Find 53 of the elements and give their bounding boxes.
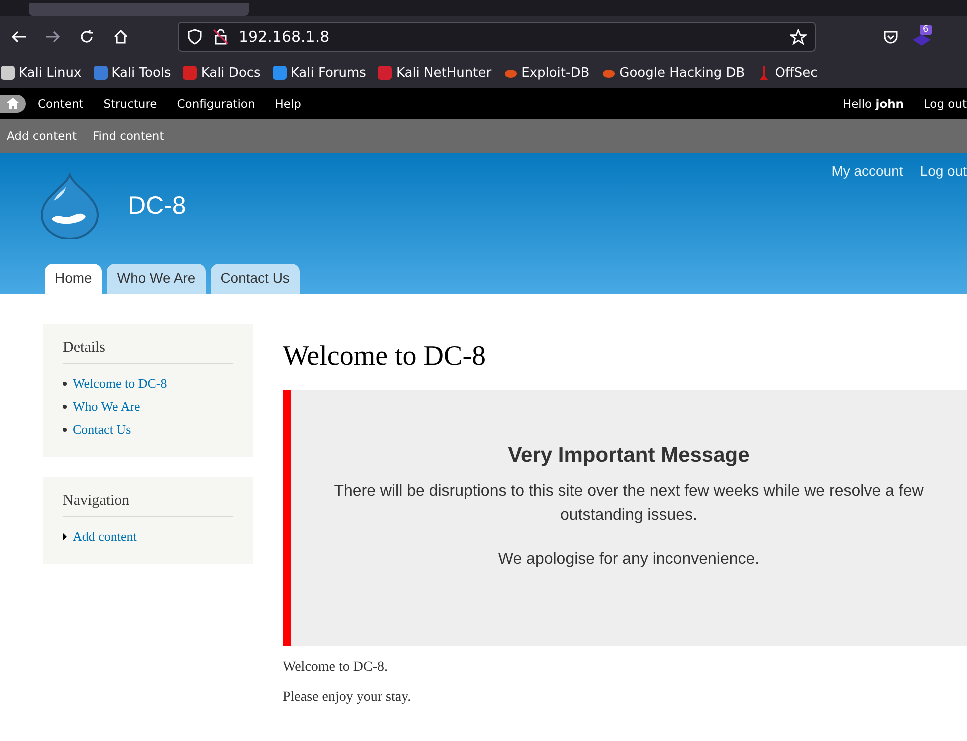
body-paragraph: Please enjoy your stay. <box>283 690 412 706</box>
admin-menu-link[interactable]: Configuration <box>177 96 256 110</box>
bullet-icon <box>63 382 67 386</box>
extension-icon[interactable] <box>912 32 932 48</box>
insecure-lock-icon <box>213 29 229 45</box>
star-icon[interactable] <box>790 28 807 46</box>
bookmark[interactable]: Kali Linux <box>0 65 82 81</box>
body-paragraph: Welcome to DC-8. <box>283 660 390 676</box>
admin-menu-link[interactable]: Structure <box>104 96 158 110</box>
sidebar-link[interactable]: Add content <box>73 529 137 545</box>
bookmark-icon <box>0 65 16 81</box>
admin-menu-link[interactable]: Help <box>275 96 302 110</box>
drop-logo <box>40 173 100 239</box>
shortcut-link[interactable]: Add content <box>7 129 77 143</box>
notification-badge: 6 <box>920 25 932 35</box>
home-icon <box>7 98 19 109</box>
header-link[interactable]: My account <box>832 163 904 179</box>
nav-tab[interactable]: Contact Us <box>210 264 300 294</box>
bookmark-icon <box>92 65 109 81</box>
bookmark-icon <box>377 65 394 81</box>
user-greeting: Hello john <box>842 96 904 110</box>
nav-tab[interactable]: Who We Are <box>107 264 206 294</box>
notice-heading: Very Important Message <box>508 444 750 468</box>
bookmark[interactable]: Exploit-DB <box>502 65 590 81</box>
site-name[interactable]: DC-8 <box>128 192 186 220</box>
nav-tab[interactable]: Home <box>45 264 102 294</box>
bookmark-icon <box>272 65 288 81</box>
address-bar[interactable]: 192.168.1.8 <box>178 22 816 52</box>
logout-link[interactable]: Log out <box>924 96 967 110</box>
admin-menu-link[interactable]: Content <box>38 96 84 110</box>
sidebar-link[interactable]: Welcome to DC-8 <box>73 376 168 392</box>
home-button[interactable] <box>0 94 26 112</box>
sidebar-link[interactable]: Who We Are <box>73 399 140 415</box>
bookmark[interactable]: Kali Forums <box>272 65 366 81</box>
bookmark-icon <box>182 65 198 81</box>
bookmark[interactable]: Kali Docs <box>182 65 261 81</box>
sidebar-link[interactable]: Contact Us <box>73 422 132 438</box>
page-title: Welcome to DC-8 <box>283 341 488 373</box>
bookmark[interactable]: OffSec <box>756 65 818 81</box>
notice-text: We apologise for any inconvenience. <box>498 550 760 570</box>
notice-text: There will be disruptions to this site over the next few weeks while we resolve a few outstanding issues. <box>333 482 925 526</box>
block-title: Navigation <box>63 493 233 517</box>
header-link[interactable]: Log out <box>920 163 967 179</box>
block-title: Details <box>63 340 233 364</box>
bookmark[interactable]: Google Hacking DB <box>600 65 746 81</box>
shield-icon <box>187 29 203 45</box>
shortcut-link[interactable]: Find content <box>92 129 164 143</box>
bullet-icon <box>63 428 67 432</box>
bullet-icon <box>63 405 67 409</box>
bookmark[interactable]: Kali Tools <box>92 65 172 81</box>
url-text: 192.168.1.8 <box>239 28 331 46</box>
bookmark[interactable]: Kali NetHunter <box>377 65 492 81</box>
triangle-icon <box>63 533 67 541</box>
